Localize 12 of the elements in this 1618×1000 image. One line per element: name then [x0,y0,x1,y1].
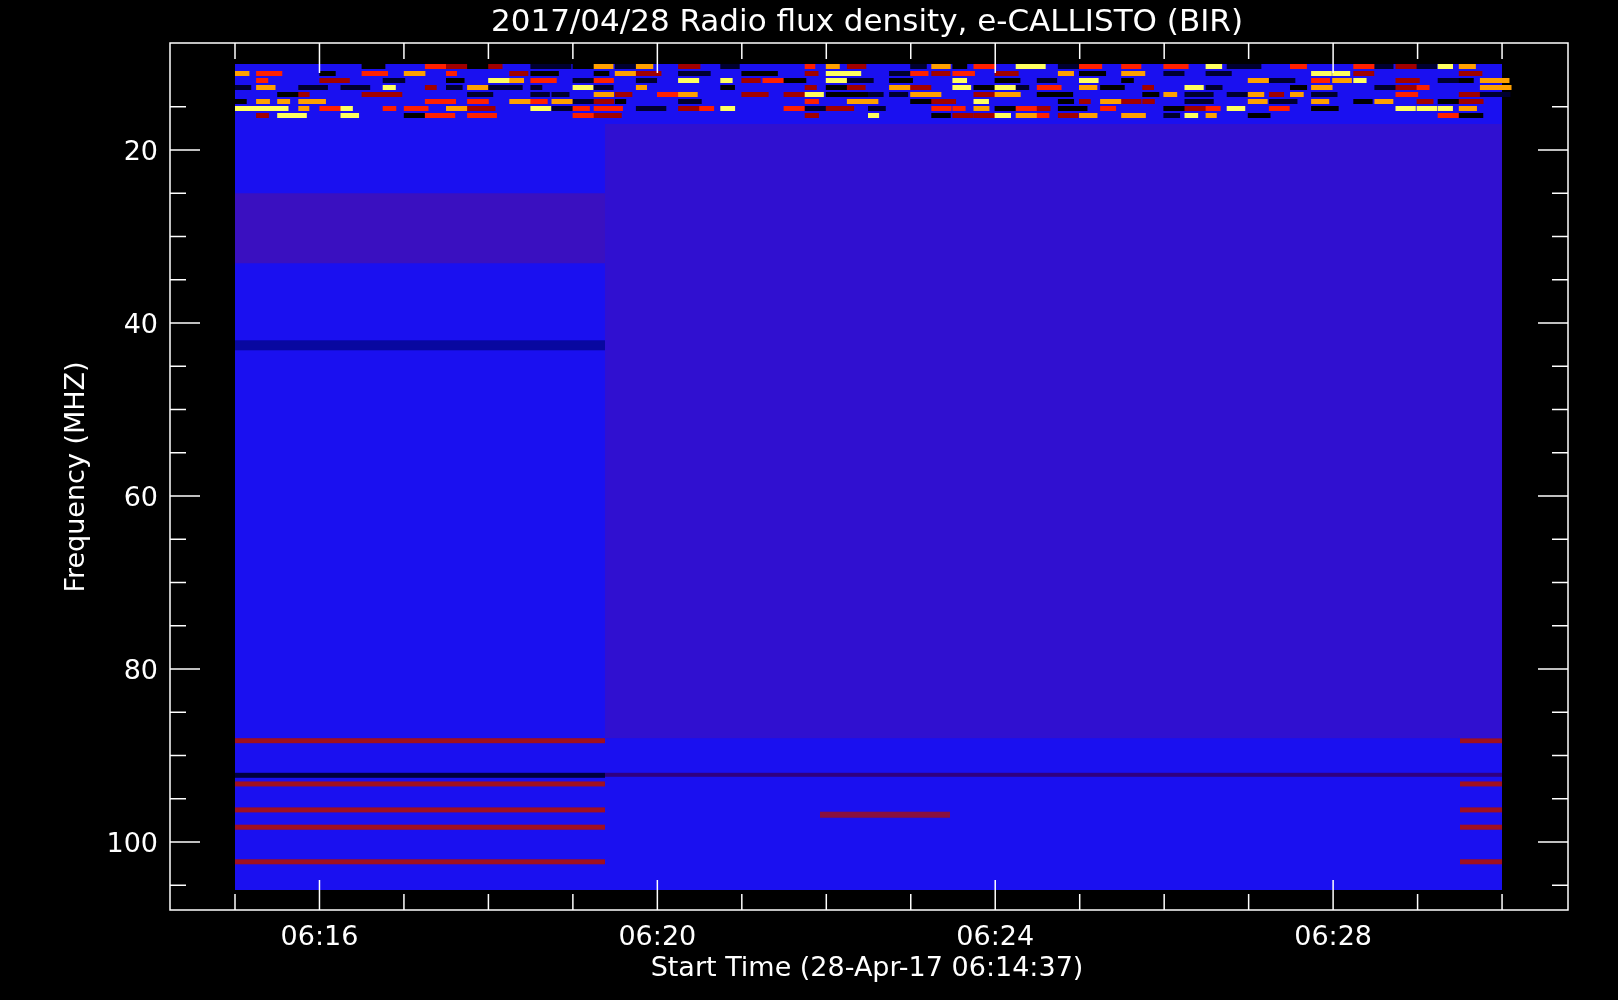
x-tick-label: 06:24 [956,920,1035,951]
y-axis-label: Frequency (MHZ) [59,361,90,593]
y-tick-label: 40 [123,308,158,339]
y-tick-label: 80 [123,654,158,685]
chart-title: 2017/04/28 Radio flux density, e-CALLISTO (BIR) [491,2,1243,38]
y-tick-label: 60 [123,481,158,512]
x-axis-label: Start Time (28-Apr-17 06:14:37) [650,951,1084,982]
x-tick-label: 06:20 [618,920,697,951]
x-tick-label: 06:16 [280,920,359,951]
y-tick-label: 100 [106,827,158,858]
y-tick-label: 20 [123,135,158,166]
x-tick-label: 06:28 [1294,920,1372,951]
